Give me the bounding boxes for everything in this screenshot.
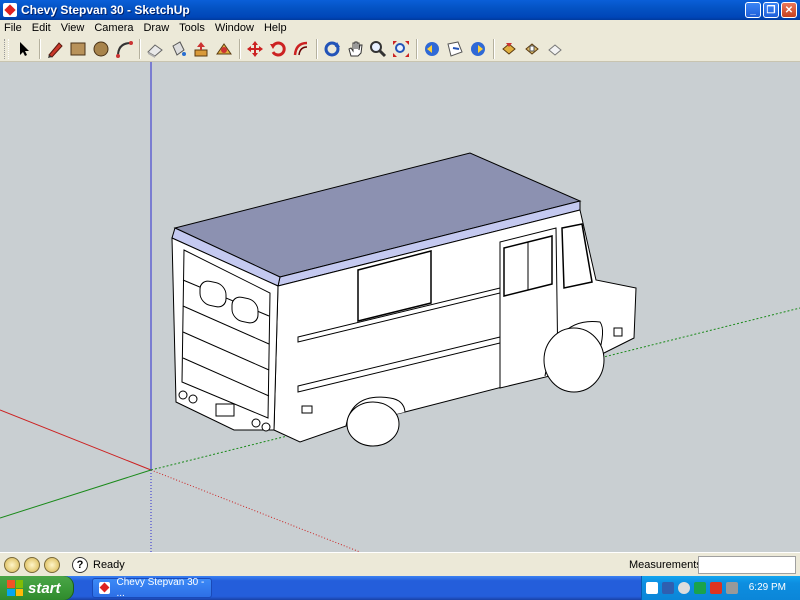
- offset-icon[interactable]: [290, 38, 312, 60]
- credits-icon[interactable]: [24, 557, 40, 573]
- follow-me-icon[interactable]: [213, 38, 235, 60]
- red-axis-negative: [0, 409, 152, 471]
- toolbar-separator: [416, 38, 418, 59]
- pencil-icon[interactable]: [44, 38, 66, 60]
- windows-flag-icon: [7, 580, 23, 596]
- title-bar: Chevy Stepvan 30 - SketchUp _ ❐ ✕: [0, 0, 800, 20]
- zoom-icon[interactable]: [367, 38, 389, 60]
- restore-button[interactable]: ❐: [763, 2, 779, 18]
- previous-view-icon[interactable]: [421, 38, 443, 60]
- menu-bar: File Edit View Camera Draw Tools Window …: [0, 20, 800, 36]
- tray-volume-icon[interactable]: [678, 582, 690, 594]
- arc-icon[interactable]: [113, 38, 135, 60]
- help-icon[interactable]: ?: [72, 557, 88, 573]
- main-toolbar: [0, 36, 800, 62]
- sketchup-app-icon[interactable]: [3, 3, 17, 17]
- start-label: start: [28, 579, 61, 597]
- status-bar: ? Ready Measurements: [0, 552, 800, 577]
- look-around-icon[interactable]: [521, 38, 543, 60]
- circle-icon[interactable]: [90, 38, 112, 60]
- eraser-icon[interactable]: [144, 38, 166, 60]
- close-button[interactable]: ✕: [781, 2, 797, 18]
- menu-draw[interactable]: Draw: [138, 22, 174, 34]
- rectangle-icon[interactable]: [67, 38, 89, 60]
- menu-tools[interactable]: Tools: [174, 22, 210, 34]
- tray-alert-icon[interactable]: [710, 582, 722, 594]
- rear-wheel: [346, 401, 400, 447]
- menu-edit[interactable]: Edit: [27, 22, 56, 34]
- tray-device-icon[interactable]: [726, 582, 738, 594]
- move-icon[interactable]: [244, 38, 266, 60]
- taskbar-item-label: Chevy Stepvan 30 - ...: [116, 577, 205, 599]
- push-pull-icon[interactable]: [190, 38, 212, 60]
- windshield: [561, 223, 593, 289]
- tail-light: [251, 418, 261, 428]
- window-controls: _ ❐ ✕: [745, 2, 797, 18]
- red-axis: [150, 469, 361, 552]
- status-text: Ready: [93, 559, 125, 571]
- menu-window[interactable]: Window: [210, 22, 259, 34]
- sketchup-task-icon: [99, 582, 111, 594]
- next-view-icon[interactable]: [444, 38, 466, 60]
- side-marker-light: [301, 405, 313, 414]
- system-tray: 6:29 PM: [641, 576, 800, 600]
- menu-file[interactable]: File: [0, 22, 27, 34]
- toolbar-separator: [39, 38, 41, 59]
- taskbar-item-sketchup[interactable]: Chevy Stepvan 30 - ...: [92, 577, 212, 599]
- menu-camera[interactable]: Camera: [89, 22, 138, 34]
- start-button[interactable]: start: [0, 576, 74, 600]
- license-plate: [215, 403, 235, 417]
- orbit-icon[interactable]: [321, 38, 343, 60]
- tray-security-icon[interactable]: [694, 582, 706, 594]
- green-axis: [0, 469, 152, 519]
- tail-light: [261, 422, 271, 432]
- front-marker-light: [613, 327, 623, 337]
- toolbar-grip[interactable]: [4, 38, 9, 59]
- walk-icon[interactable]: [498, 38, 520, 60]
- menu-help[interactable]: Help: [259, 22, 292, 34]
- paint-bucket-icon[interactable]: [167, 38, 189, 60]
- window-title: Chevy Stepvan 30 - SketchUp: [21, 3, 190, 17]
- stepvan-model[interactable]: [171, 152, 637, 447]
- pan-icon[interactable]: [344, 38, 366, 60]
- measurements-input[interactable]: [698, 556, 796, 574]
- select-icon[interactable]: [13, 38, 35, 60]
- minimize-button[interactable]: _: [745, 2, 761, 18]
- tray-network-icon[interactable]: [662, 582, 674, 594]
- toolbar-separator: [316, 38, 318, 59]
- rotate-icon[interactable]: [267, 38, 289, 60]
- menu-view[interactable]: View: [56, 22, 90, 34]
- measurements-label: Measurements: [629, 559, 702, 571]
- tail-light: [178, 390, 188, 400]
- zoom-extents-icon[interactable]: [390, 38, 412, 60]
- user-icon[interactable]: [44, 557, 60, 573]
- toolbar-separator: [493, 38, 495, 59]
- position-camera-icon[interactable]: [467, 38, 489, 60]
- geo-location-icon[interactable]: [4, 557, 20, 573]
- tail-light: [188, 394, 198, 404]
- toolbar-separator: [239, 38, 241, 59]
- toolbar-separator: [139, 38, 141, 59]
- section-plane-icon[interactable]: [544, 38, 566, 60]
- clock[interactable]: 6:29 PM: [749, 582, 786, 593]
- windows-taskbar: start Chevy Stepvan 30 - ... 6:29 PM: [0, 576, 800, 600]
- front-wheel: [543, 327, 605, 393]
- tray-help-icon[interactable]: [646, 582, 658, 594]
- modeling-viewport[interactable]: [0, 62, 800, 552]
- viewport-canvas[interactable]: [0, 62, 800, 552]
